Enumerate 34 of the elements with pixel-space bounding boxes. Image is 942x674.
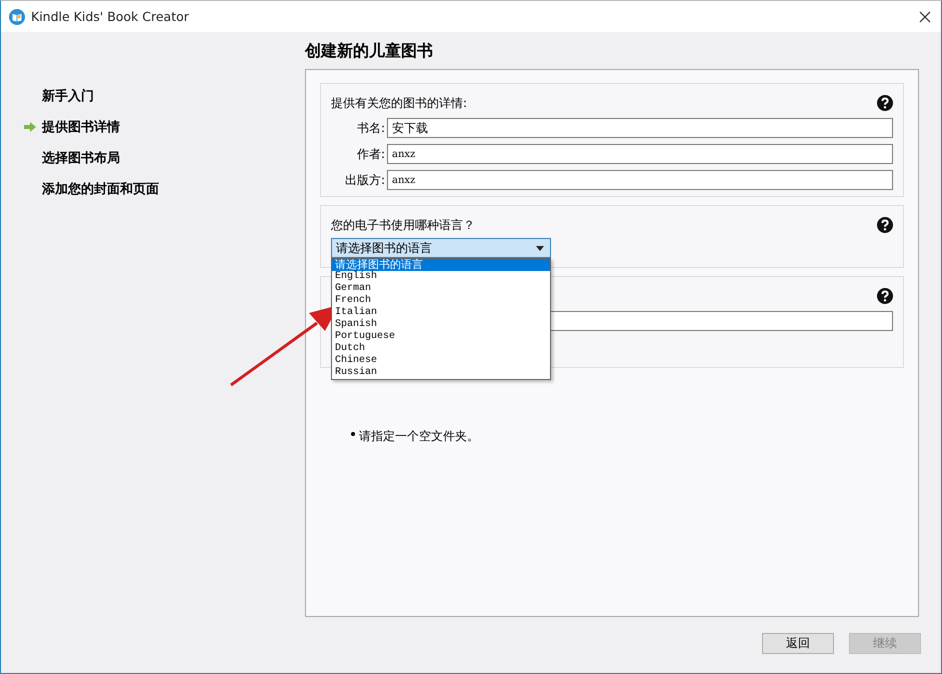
dropdown-option[interactable]: 请选择图书的语言 [332, 259, 550, 271]
text-field[interactable]: anxz [387, 144, 893, 164]
group-heading: 您的电子书使用哪种语言？ [331, 216, 475, 234]
help-icon[interactable] [877, 95, 893, 111]
text-field[interactable]: 安下载 [387, 118, 893, 138]
sidebar-item[interactable]: 新手入门 [42, 87, 94, 105]
dialog-button[interactable]: 返回 [762, 633, 834, 654]
help-icon[interactable] [877, 217, 893, 233]
book-icon [9, 8, 25, 24]
dropdown-option[interactable]: Dutch [332, 343, 550, 355]
close-icon[interactable] [919, 10, 931, 22]
language-dropdown[interactable]: 请选择图书的语言 [331, 238, 551, 258]
sidebar-item[interactable]: 添加您的封面和页面 [42, 180, 159, 198]
bullet-icon [351, 432, 355, 436]
note-text: 请指定一个空文件夹。 [359, 428, 479, 445]
dropdown-option[interactable]: English [332, 271, 550, 283]
text-field[interactable]: anxz [387, 170, 893, 190]
sidebar-item[interactable]: 选择图书布局 [42, 149, 120, 167]
dropdown-option[interactable]: Portuguese [332, 331, 550, 343]
dropdown-option[interactable]: German [332, 283, 550, 295]
dropdown-option[interactable]: Italian [332, 307, 550, 319]
dropdown-option[interactable]: Russian [332, 367, 550, 379]
field-label: 书名: [356, 120, 385, 136]
sidebar-item[interactable]: 提供图书详情 [42, 118, 120, 136]
group-heading: 提供有关您的图书的详情: [331, 94, 468, 112]
field-label: 作者: [356, 146, 385, 162]
dropdown-option[interactable]: French [332, 295, 550, 307]
page-heading: 创建新的儿童图书 [305, 40, 434, 62]
dropdown-option[interactable]: Chinese [332, 355, 550, 367]
help-icon[interactable] [877, 288, 893, 304]
window-title: Kindle Kids' Book Creator [31, 9, 189, 24]
dropdown-option[interactable]: Spanish [332, 319, 550, 331]
field-label: 出版方: [344, 172, 385, 188]
caret-icon [536, 246, 544, 250]
